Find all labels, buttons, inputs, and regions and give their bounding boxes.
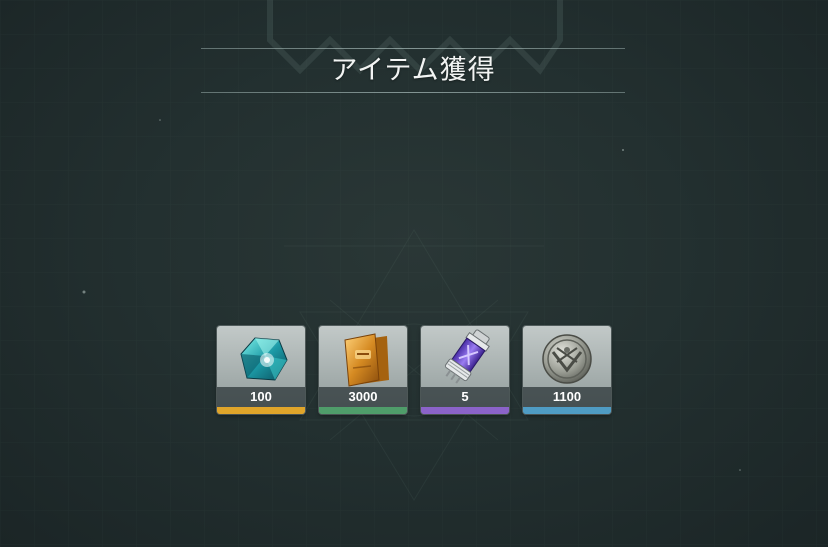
item-count: 5 [461,389,469,404]
reward-item-coin[interactable]: 1100 [523,326,611,414]
rarity-bar-blue [523,407,611,414]
reward-item-crystal[interactable]: 100 [217,326,305,414]
item-count: 1100 [552,389,582,404]
reward-item-gold-bars[interactable]: 3000 [319,326,407,414]
title-divider-top [201,48,625,49]
crystal-gem-icon [240,337,288,381]
reward-item-capsule[interactable]: 5 [421,326,509,414]
rarity-bar-purple [421,407,509,414]
purple-capsule-icon [444,329,490,384]
title-divider-bottom [201,92,625,93]
item-count: 3000 [348,389,378,404]
gold-bars-icon [344,333,389,387]
rarity-bar-gold [217,407,305,414]
page-title: アイテム獲得 [330,55,496,86]
item-count: 100 [250,389,272,404]
silver-coin-icon [542,334,592,384]
rarity-bar-green [319,407,407,414]
